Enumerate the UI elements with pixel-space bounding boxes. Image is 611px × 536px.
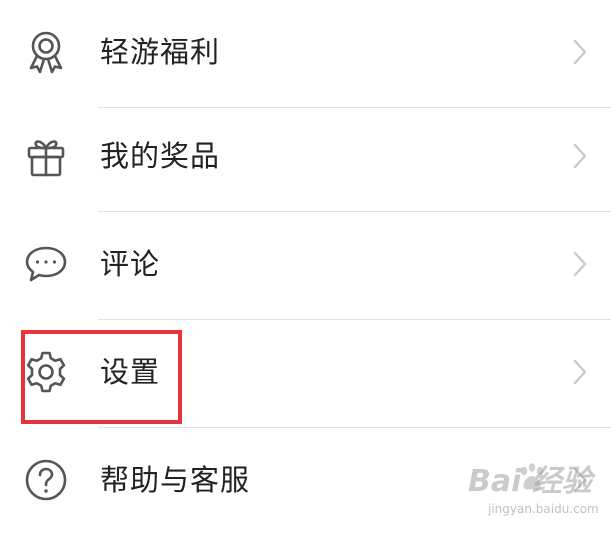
chevron-right-icon <box>570 358 590 386</box>
menu-item-my-prizes[interactable]: 我的奖品 <box>0 104 611 212</box>
watermark-url: jingyan.baidu.com <box>488 502 599 516</box>
paw-icon <box>518 462 546 494</box>
chevron-right-icon <box>570 38 590 66</box>
award-ribbon-icon <box>22 28 70 76</box>
menu-item-label: 帮助与客服 <box>100 463 251 497</box>
help-circle-icon <box>22 456 70 504</box>
menu-item-comments[interactable]: 评论 <box>0 212 611 320</box>
menu-item-label: 我的奖品 <box>100 139 221 173</box>
baidu-jingyan-watermark: Bai 经验 jingyan.baidu.com <box>468 462 600 522</box>
chevron-right-icon <box>570 250 590 278</box>
highlight-box <box>21 330 182 424</box>
menu-item-light-game-benefits[interactable]: 轻游福利 <box>0 0 611 108</box>
menu-item-label: 轻游福利 <box>100 35 221 69</box>
menu-item-label: 评论 <box>100 247 161 281</box>
comment-bubble-icon <box>22 240 70 288</box>
settings-menu-list: 轻游福利 我的奖品 评论 设置 帮助与客服 Bai 经验 jingyan.bai… <box>0 0 611 528</box>
chevron-right-icon <box>570 142 590 170</box>
gift-icon <box>22 132 70 180</box>
